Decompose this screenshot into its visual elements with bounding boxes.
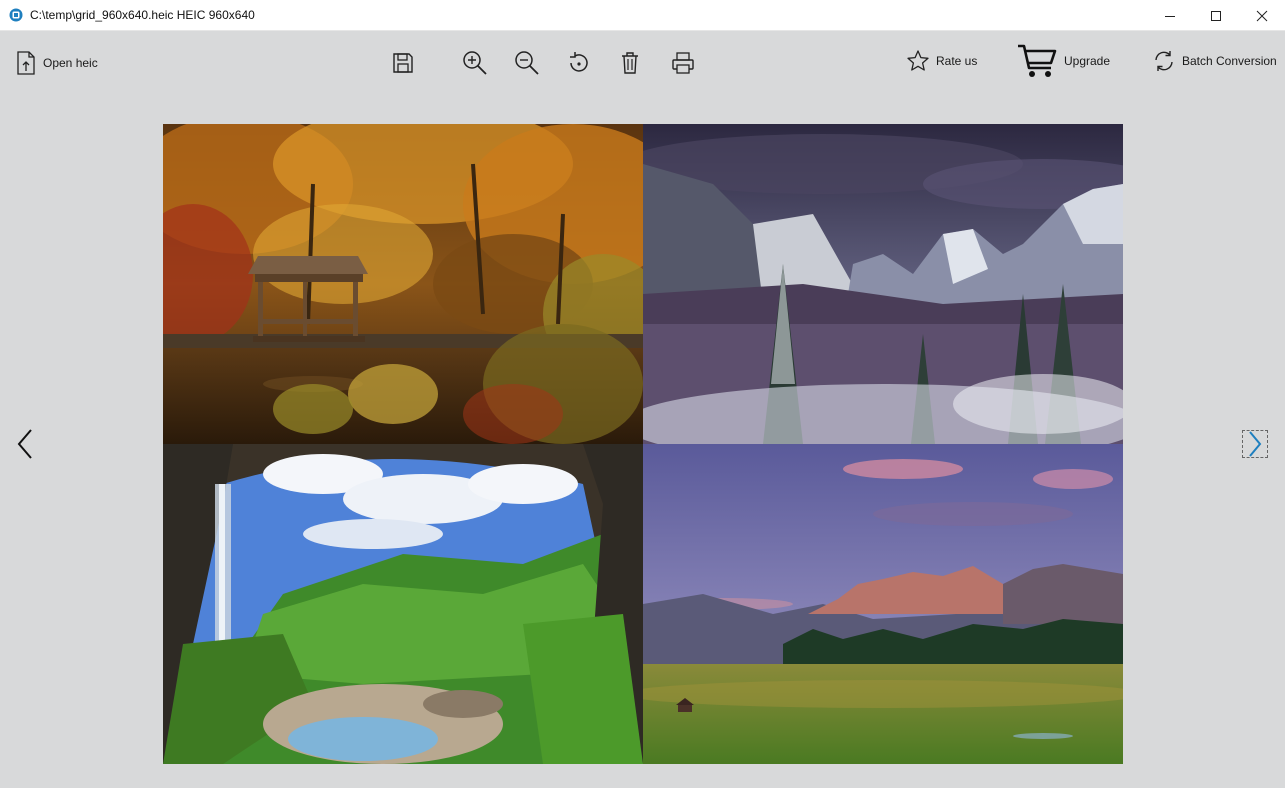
close-icon [1256, 10, 1268, 21]
next-image-button[interactable] [1242, 430, 1268, 458]
toolbar: Open heic Rate us Upgrade Batch Conversi… [0, 31, 1285, 95]
app-icon [8, 7, 24, 23]
upgrade-button[interactable]: Upgrade [1016, 41, 1110, 81]
zoom-in-button[interactable] [461, 43, 489, 83]
photo-cave-waterfall [163, 444, 643, 764]
rate-us-label: Rate us [936, 54, 978, 68]
photo-autumn-lake-gazebo [163, 124, 683, 444]
minimize-button[interactable] [1147, 0, 1193, 31]
window-title: C:\temp\grid_960x640.heic HEIC 960x640 [30, 8, 255, 22]
photo-snowy-mountain-valley [623, 124, 1123, 464]
save-button[interactable] [390, 43, 416, 83]
delete-icon [622, 52, 638, 74]
upgrade-label: Upgrade [1064, 54, 1111, 68]
rotate-button[interactable] [565, 43, 593, 83]
batch-conversion-button[interactable]: Batch Conversion [1152, 41, 1277, 81]
print-button[interactable] [670, 43, 696, 83]
star-icon [907, 50, 929, 71]
zoom-out-button[interactable] [513, 43, 541, 83]
zoom-in-icon [463, 51, 487, 75]
print-icon [672, 52, 694, 74]
maximize-button[interactable] [1193, 0, 1239, 31]
title-bar: C:\temp\grid_960x640.heic HEIC 960x640 [0, 0, 1285, 31]
previous-image-button[interactable] [12, 428, 38, 460]
rate-us-button[interactable]: Rate us [906, 41, 977, 81]
image-viewer[interactable] [163, 124, 1123, 764]
maximize-icon [1211, 10, 1221, 21]
batch-conversion-label: Batch Conversion [1182, 54, 1277, 68]
chevron-right-icon [1249, 431, 1262, 457]
photo-meadow-sunset-mountains [623, 444, 1123, 764]
rotate-icon [570, 52, 588, 72]
zoom-out-icon [515, 51, 539, 75]
chevron-left-icon [17, 429, 32, 459]
open-heic-button[interactable]: Open heic [15, 43, 98, 83]
close-button[interactable] [1239, 0, 1285, 31]
open-heic-label: Open heic [43, 56, 98, 70]
delete-button[interactable] [618, 43, 642, 83]
save-icon [393, 53, 413, 73]
open-file-icon [17, 51, 35, 75]
refresh-icon [1155, 51, 1173, 71]
minimize-icon [1165, 15, 1175, 17]
cart-icon [1018, 44, 1057, 77]
